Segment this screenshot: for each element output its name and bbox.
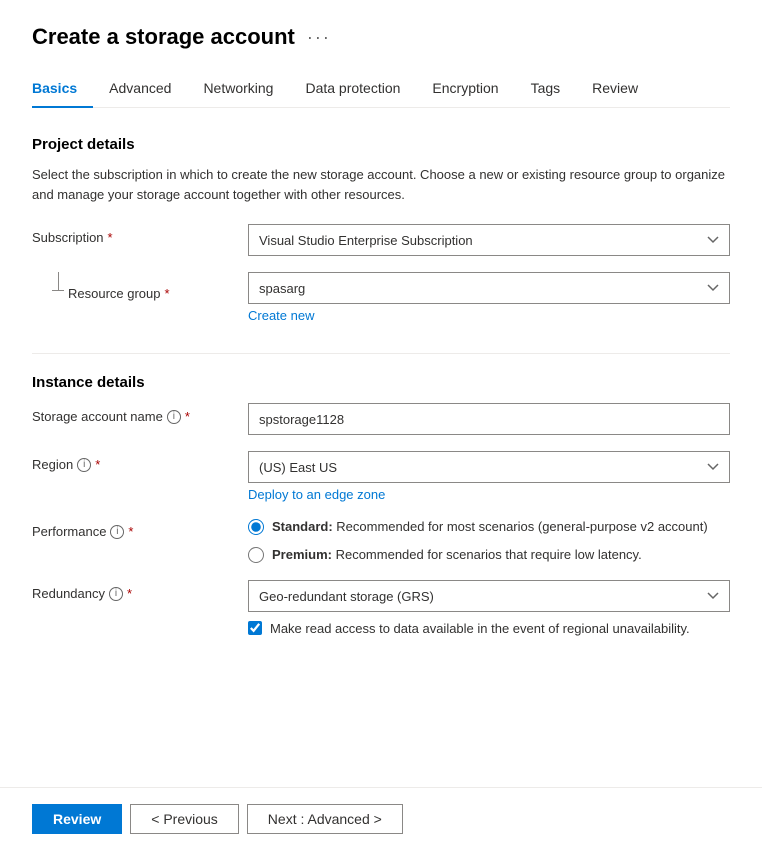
tab-encryption[interactable]: Encryption: [416, 70, 514, 108]
project-details-section: Project details Select the subscription …: [32, 136, 730, 323]
read-access-label: Make read access to data available in th…: [270, 620, 690, 638]
tab-data-protection[interactable]: Data protection: [289, 70, 416, 108]
tabs-nav: Basics Advanced Networking Data protecti…: [32, 70, 730, 108]
performance-row: Performance i * Standard: Recommended fo…: [32, 518, 730, 564]
region-select[interactable]: (US) East US: [248, 451, 730, 483]
page-title: Create a storage account: [32, 24, 295, 50]
performance-standard-radio[interactable]: [248, 519, 264, 535]
redundancy-info-icon[interactable]: i: [109, 587, 123, 601]
subscription-label: Subscription *: [32, 224, 232, 245]
performance-label: Performance i *: [32, 518, 232, 539]
performance-premium-option[interactable]: Premium: Recommended for scenarios that …: [248, 546, 730, 564]
region-info-icon[interactable]: i: [77, 458, 91, 472]
redundancy-row: Redundancy i * Geo-redundant storage (GR…: [32, 580, 730, 638]
footer: Review < Previous Next : Advanced >: [0, 787, 762, 850]
region-required: *: [95, 457, 100, 472]
subscription-row: Subscription * Visual Studio Enterprise …: [32, 224, 730, 256]
instance-details-section: Instance details Storage account name i …: [32, 374, 730, 639]
section-divider: [32, 353, 730, 354]
tab-tags[interactable]: Tags: [515, 70, 577, 108]
more-options-icon[interactable]: ···: [307, 27, 331, 48]
performance-standard-option[interactable]: Standard: Recommended for most scenarios…: [248, 518, 730, 536]
tab-review[interactable]: Review: [576, 70, 654, 108]
tab-basics[interactable]: Basics: [32, 70, 93, 108]
indent-horizontal-line: [52, 290, 64, 291]
subscription-required: *: [108, 230, 113, 245]
resource-group-select[interactable]: spasarg: [248, 272, 730, 304]
storage-name-info-icon[interactable]: i: [167, 410, 181, 424]
performance-standard-label: Standard: Recommended for most scenarios…: [272, 518, 708, 536]
performance-info-icon[interactable]: i: [110, 525, 124, 539]
performance-radio-group: Standard: Recommended for most scenarios…: [248, 518, 730, 564]
region-label: Region i *: [32, 451, 232, 472]
subscription-select[interactable]: Visual Studio Enterprise Subscription: [248, 224, 730, 256]
redundancy-control: Geo-redundant storage (GRS) Make read ac…: [248, 580, 730, 638]
redundancy-label: Redundancy i *: [32, 580, 232, 601]
redundancy-select[interactable]: Geo-redundant storage (GRS): [248, 580, 730, 612]
storage-name-label: Storage account name i *: [32, 403, 232, 424]
storage-name-row: Storage account name i *: [32, 403, 730, 435]
redundancy-checkbox-row: Make read access to data available in th…: [248, 620, 730, 638]
region-control: (US) East US Deploy to an edge zone: [248, 451, 730, 502]
tab-networking[interactable]: Networking: [187, 70, 289, 108]
create-new-link[interactable]: Create new: [248, 308, 314, 323]
resource-group-label: Resource group *: [64, 272, 170, 301]
performance-premium-radio[interactable]: [248, 547, 264, 563]
subscription-control: Visual Studio Enterprise Subscription: [248, 224, 730, 256]
resource-group-required: *: [165, 286, 170, 301]
read-access-checkbox[interactable]: [248, 621, 262, 635]
performance-premium-label: Premium: Recommended for scenarios that …: [272, 546, 642, 564]
review-button[interactable]: Review: [32, 804, 122, 834]
storage-name-control: [248, 403, 730, 435]
performance-control: Standard: Recommended for most scenarios…: [248, 518, 730, 564]
deploy-edge-zone-link[interactable]: Deploy to an edge zone: [248, 487, 385, 502]
tab-advanced[interactable]: Advanced: [93, 70, 187, 108]
previous-button[interactable]: < Previous: [130, 804, 239, 834]
project-details-title: Project details: [32, 136, 730, 153]
resource-group-control: spasarg Create new: [248, 272, 730, 323]
next-button[interactable]: Next : Advanced >: [247, 804, 403, 834]
resource-group-row: Resource group * spasarg Create new: [32, 272, 730, 323]
region-row: Region i * (US) East US Deploy to an edg…: [32, 451, 730, 502]
storage-name-input[interactable]: [248, 403, 730, 435]
redundancy-required: *: [127, 586, 132, 601]
storage-name-required: *: [185, 409, 190, 424]
instance-details-title: Instance details: [32, 374, 730, 391]
performance-required: *: [128, 524, 133, 539]
project-details-description: Select the subscription in which to crea…: [32, 165, 730, 204]
indent-vertical-line: [58, 272, 59, 290]
